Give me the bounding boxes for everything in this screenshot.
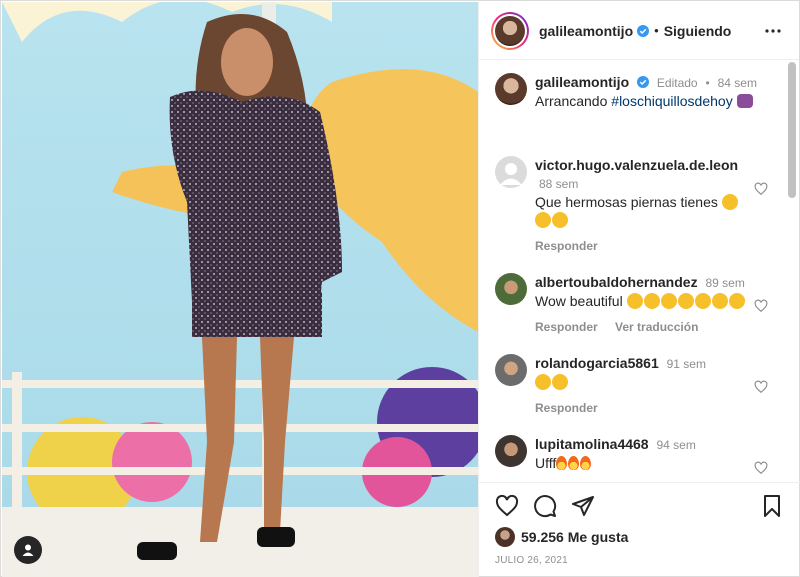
comment-time: 89 sem [705,276,745,290]
like-comment-heart-icon[interactable] [754,380,768,394]
comment-time: 94 sem [656,438,696,452]
share-icon[interactable] [571,494,595,518]
comment-time: 88 sem [539,177,579,191]
comment-item: rolandogarcia5861 91 sem Responder [495,354,782,417]
comment-avatar[interactable] [495,435,527,467]
header-separator: • [654,23,659,38]
post-actions-footer: 59.256 Me gusta JULIO 26, 2021 [479,482,800,577]
comment-text: Que hermosas piernas tienes [535,194,718,210]
author-avatar[interactable] [491,11,529,50]
emoji-icon [660,293,677,309]
instagram-post: galileamontijo • Siguiendo galileamontij… [0,0,800,577]
heart-icon[interactable] [495,494,519,518]
comments-list[interactable]: galileamontijo Editado • 84 sem Arrancan… [479,61,782,481]
emoji-icon [677,293,694,309]
emoji-icon [694,293,711,309]
comment-username[interactable]: victor.hugo.valenzuela.de.leon [535,157,738,173]
more-options-button[interactable] [761,19,785,43]
couple-emoji-icon [736,94,753,108]
more-options-icon [765,28,781,33]
comment-username[interactable]: lupitamolina4468 [535,436,649,452]
likes-count: 59.256 [521,529,564,545]
verified-icon [637,24,650,37]
comment-username[interactable]: albertoubaldohernandez [535,274,698,290]
caption-time-separator: • [705,76,710,90]
following-button[interactable]: Siguiendo [664,23,732,39]
comment-item: victor.hugo.valenzuela.de.leon 88 sem Qu… [495,156,782,255]
emoji-icon [626,293,643,309]
heart-eyes-emoji-icon [535,374,551,390]
post-header: galileamontijo • Siguiendo [479,2,799,60]
bookmark-icon[interactable] [760,494,784,518]
emoji-icon [728,293,745,309]
fire-emoji-icon [580,456,592,470]
comment-item: albertoubaldohernandez 89 sem Wow beauti… [495,273,782,336]
caption-time: 84 sem [717,76,757,90]
emoji-icon [643,293,660,309]
user-tag-button[interactable] [14,536,42,564]
comment-username[interactable]: rolandogarcia5861 [535,355,659,371]
post-side-panel: galileamontijo • Siguiendo galileamontij… [478,2,800,577]
caption-username[interactable]: galileamontijo [535,74,629,90]
post-photo-illustration [2,2,478,577]
user-tag-icon [22,544,34,556]
like-comment-heart-icon[interactable] [754,182,768,196]
caption-text: Arrancando [535,93,608,109]
default-avatar-icon [500,163,522,185]
see-translation-button[interactable]: Ver traducción [615,320,698,334]
reply-button[interactable]: Responder [535,239,598,253]
caption: galileamontijo Editado • 84 sem Arrancan… [495,73,782,110]
comment-icon[interactable] [533,494,557,518]
liker-avatar [495,527,515,547]
fire-emoji-icon [556,456,568,470]
reply-button[interactable]: Responder [535,320,598,334]
post-photo[interactable] [2,2,478,577]
like-comment-heart-icon[interactable] [754,299,768,313]
author-avatar-image [495,15,525,46]
comment-item: lupitamolina4468 94 sem Ufff [495,435,782,475]
comment-text: Wow beautiful [535,293,623,309]
likes-label: Me gusta [567,529,629,545]
comment-avatar[interactable] [495,156,527,188]
caption-edited: Editado [656,76,698,90]
reply-button[interactable]: Responder [535,401,598,415]
heart-eyes-emoji-icon [721,194,738,210]
like-comment-heart-icon[interactable] [754,461,768,475]
comment-avatar[interactable] [495,273,527,305]
heart-eyes-emoji-icon [552,374,568,390]
author-username[interactable]: galileamontijo [539,23,633,39]
comment-time: 91 sem [666,357,706,371]
comment-avatar[interactable] [495,354,527,386]
emoji-icon [711,293,728,309]
heart-eyes-emoji-icon [535,212,551,228]
verified-icon [637,76,650,88]
caption-avatar[interactable] [495,73,527,105]
heart-eyes-emoji-icon [552,212,568,228]
likes-summary[interactable]: 59.256 Me gusta [495,527,784,547]
fire-emoji-icon [568,456,580,470]
comment-text: Ufff [535,455,557,471]
comments-scrollbar[interactable] [788,62,796,198]
caption-hashtag[interactable]: #loschiquillosdehoy [611,93,732,109]
post-date: JULIO 26, 2021 [495,555,568,566]
